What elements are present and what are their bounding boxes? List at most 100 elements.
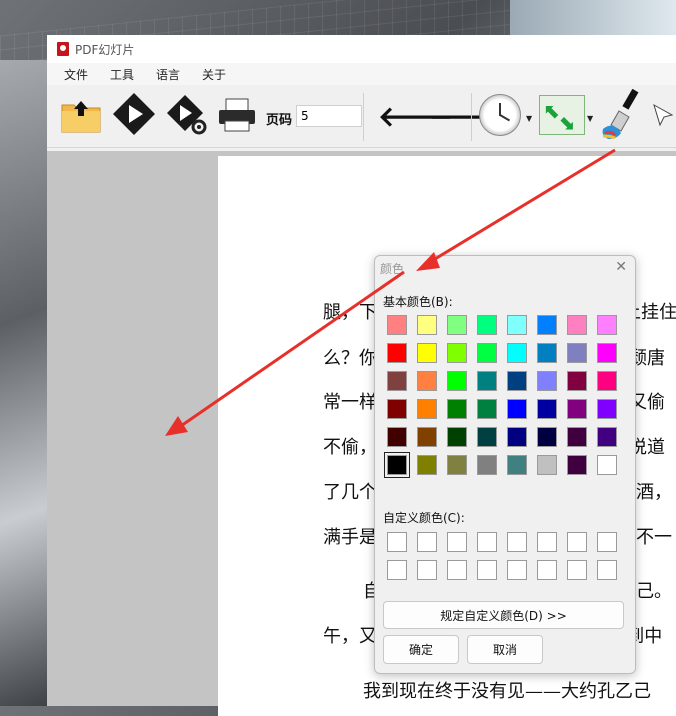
color-swatch[interactable] [447, 371, 467, 391]
paint-brush-icon[interactable] [599, 89, 645, 139]
custom-color-swatch[interactable] [477, 560, 497, 580]
transition-dropdown-icon[interactable]: ▼ [587, 114, 593, 123]
pointer-icon[interactable] [652, 103, 676, 133]
color-swatch[interactable] [417, 427, 437, 447]
custom-color-swatch[interactable] [477, 532, 497, 552]
color-swatch[interactable] [597, 315, 617, 335]
color-dialog: 颜色 ✕ 基本颜色(B): 自定义颜色(C): 规定自定义颜色(D) >> 确定… [374, 255, 636, 674]
color-swatch[interactable] [567, 315, 587, 335]
play-settings-icon[interactable] [165, 91, 211, 137]
custom-color-swatch[interactable] [597, 560, 617, 580]
page-number-input[interactable] [296, 105, 362, 127]
color-swatch[interactable] [477, 315, 497, 335]
custom-color-swatch[interactable] [507, 532, 527, 552]
color-swatch[interactable] [597, 399, 617, 419]
color-swatch[interactable] [417, 343, 437, 363]
color-swatch[interactable] [477, 455, 497, 475]
toolbar-separator [471, 93, 472, 141]
color-swatch[interactable] [537, 455, 557, 475]
color-swatch[interactable] [507, 427, 527, 447]
color-swatch[interactable] [387, 371, 407, 391]
document-line: 午，又 [323, 626, 377, 647]
color-swatch[interactable] [477, 371, 497, 391]
color-swatch[interactable] [477, 427, 497, 447]
color-swatch[interactable] [417, 371, 437, 391]
menu-language[interactable]: 语言 [145, 66, 191, 83]
color-swatch[interactable] [537, 399, 557, 419]
color-swatch[interactable] [477, 399, 497, 419]
color-swatch[interactable] [417, 315, 437, 335]
open-folder-icon[interactable] [61, 99, 101, 133]
color-swatch[interactable] [597, 371, 617, 391]
document-line: 了几个 [323, 482, 377, 503]
color-swatch[interactable] [507, 315, 527, 335]
color-swatch[interactable] [537, 315, 557, 335]
color-swatch[interactable] [507, 371, 527, 391]
menu-tools[interactable]: 工具 [99, 66, 145, 83]
custom-color-swatch[interactable] [417, 560, 437, 580]
transition-swap-icon[interactable]: ⬉ ⬊ [539, 95, 585, 135]
color-swatch[interactable] [387, 399, 407, 419]
color-swatch[interactable] [447, 399, 467, 419]
menu-bar: 文件 工具 语言 关于 [47, 63, 676, 85]
color-swatch[interactable] [447, 455, 467, 475]
document-line: 腿，下 [323, 302, 377, 323]
desktop-background-left [0, 60, 47, 706]
document-line: 么？你 [323, 348, 377, 369]
color-swatch[interactable] [597, 343, 617, 363]
color-swatch[interactable] [567, 427, 587, 447]
custom-color-swatch[interactable] [447, 532, 467, 552]
color-swatch[interactable] [507, 399, 527, 419]
custom-color-swatch[interactable] [567, 560, 587, 580]
color-swatch[interactable] [567, 371, 587, 391]
printer-icon[interactable] [217, 97, 257, 133]
custom-color-swatch[interactable] [597, 532, 617, 552]
color-swatch[interactable] [597, 455, 617, 475]
custom-color-swatch[interactable] [387, 532, 407, 552]
color-swatch[interactable] [387, 315, 407, 335]
color-swatch[interactable] [417, 399, 437, 419]
play-slideshow-icon[interactable] [111, 91, 157, 137]
color-swatch[interactable] [567, 455, 587, 475]
custom-color-swatch[interactable] [537, 560, 557, 580]
menu-file[interactable]: 文件 [53, 66, 99, 83]
custom-colors-label: 自定义颜色(C): [383, 511, 465, 525]
color-swatch[interactable] [507, 455, 527, 475]
custom-color-swatch[interactable] [567, 532, 587, 552]
color-swatch[interactable] [597, 427, 617, 447]
window-title: PDF幻灯片 [75, 42, 135, 57]
basic-colors-label: 基本颜色(B): [383, 295, 453, 309]
color-swatch[interactable] [447, 343, 467, 363]
color-swatch[interactable] [537, 371, 557, 391]
basic-colors-grid [384, 315, 619, 478]
document-line: 我到现在终于没有见——大约孔乙己 [363, 681, 651, 702]
menu-about[interactable]: 关于 [191, 66, 237, 83]
color-swatch[interactable] [537, 343, 557, 363]
ok-button[interactable]: 确定 [383, 635, 459, 664]
custom-color-swatch[interactable] [507, 560, 527, 580]
cancel-button[interactable]: 取消 [467, 635, 543, 664]
color-swatch[interactable] [507, 343, 527, 363]
custom-color-swatch[interactable] [387, 560, 407, 580]
color-swatch[interactable] [567, 343, 587, 363]
color-swatch[interactable] [387, 427, 407, 447]
color-swatch[interactable] [567, 399, 587, 419]
color-swatch[interactable] [537, 427, 557, 447]
timer-dropdown-icon[interactable]: ▼ [526, 114, 532, 123]
color-swatch[interactable] [387, 343, 407, 363]
timer-clock-icon[interactable] [479, 94, 521, 136]
toolbar-separator [363, 93, 364, 141]
color-swatch[interactable] [417, 455, 437, 475]
close-icon[interactable]: ✕ [615, 259, 627, 275]
custom-color-swatch[interactable] [537, 532, 557, 552]
custom-color-swatch[interactable] [417, 532, 437, 552]
title-bar: PDF幻灯片 [47, 35, 676, 63]
desktop-decoration [510, 0, 676, 40]
color-swatch[interactable] [477, 343, 497, 363]
app-logo-icon [57, 42, 69, 56]
color-swatch[interactable] [447, 427, 467, 447]
color-swatch[interactable] [384, 452, 410, 478]
define-custom-colors-button[interactable]: 规定自定义颜色(D) >> [383, 601, 624, 629]
custom-color-swatch[interactable] [447, 560, 467, 580]
color-swatch[interactable] [447, 315, 467, 335]
